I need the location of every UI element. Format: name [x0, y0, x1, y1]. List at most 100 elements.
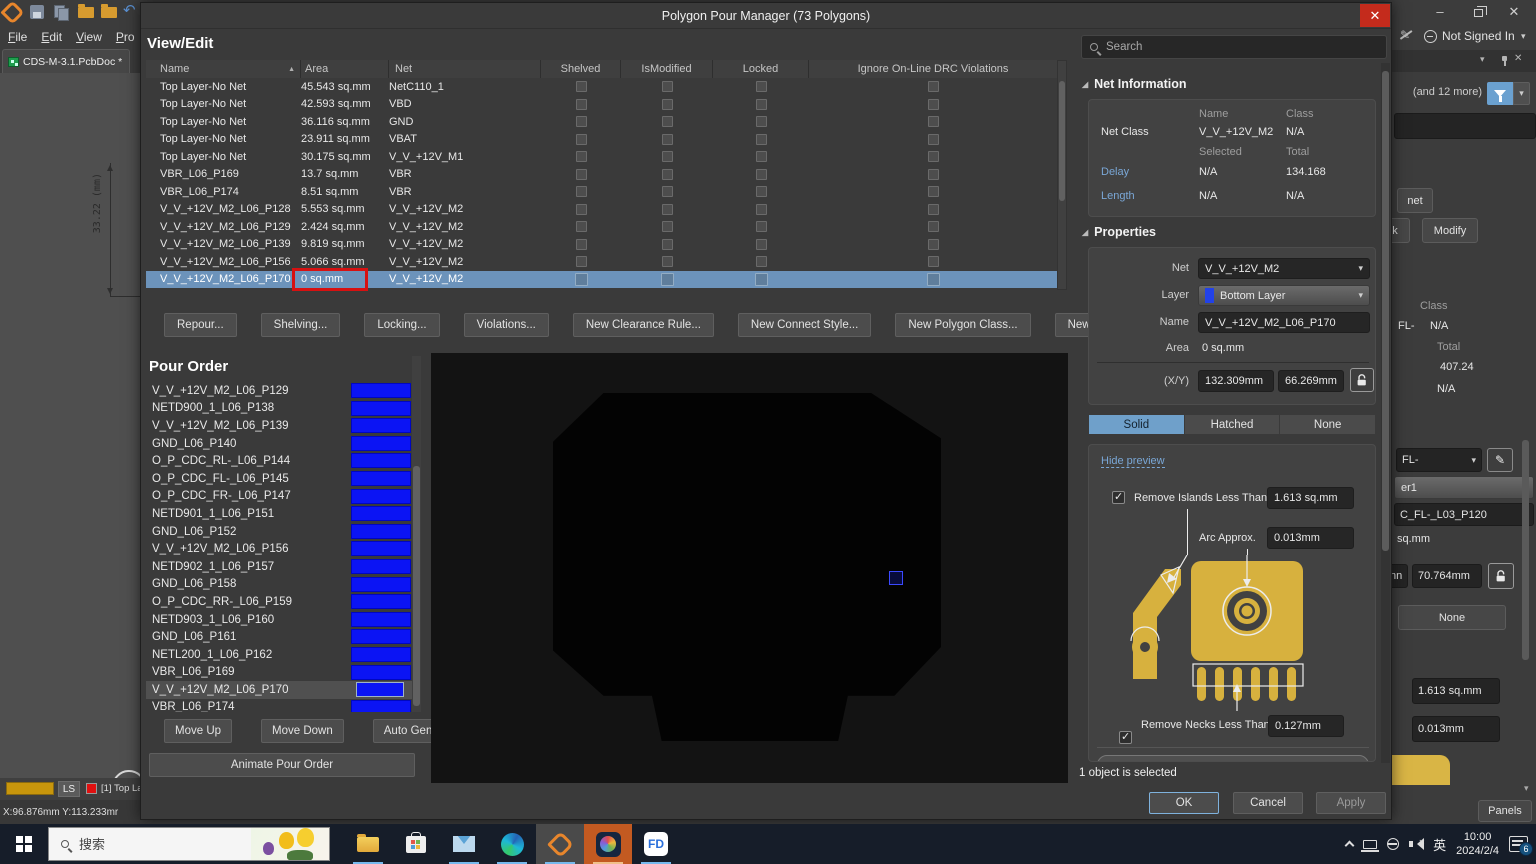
column-locked[interactable]: Locked — [713, 60, 809, 78]
repour-button[interactable]: Repour... — [164, 313, 237, 337]
column-ignore-drc[interactable]: Ignore On-Line DRC Violations — [809, 60, 1057, 78]
document-tab[interactable]: CDS-M-3.1.PcbDoc * — [2, 49, 130, 73]
row-checkbox[interactable] — [928, 134, 939, 145]
pour-order-item[interactable]: VBR_L06_P174 — [146, 699, 412, 712]
taskbar-altium[interactable] — [536, 824, 584, 864]
taskbar-explorer[interactable] — [344, 824, 392, 864]
sign-in-caret-icon[interactable]: ▾ — [1521, 31, 1526, 42]
open-project-icon[interactable] — [101, 3, 117, 18]
tray-expand-icon[interactable] — [1345, 841, 1355, 851]
panel-dropdown-icon[interactable]: ▾ — [1480, 54, 1485, 65]
move-up-button[interactable]: Move Up — [164, 719, 232, 743]
device-icon[interactable] — [1363, 840, 1377, 849]
bg-x-field-tail[interactable]: nn — [1392, 564, 1408, 588]
properties-scrollbar-thumb[interactable] — [1382, 71, 1389, 551]
pour-order-item[interactable]: O_P_CDC_RR-_L06_P159 — [146, 593, 412, 611]
apply-button[interactable]: Apply — [1316, 792, 1386, 814]
ok-button[interactable]: OK — [1149, 792, 1219, 814]
pour-order-item[interactable]: GND_L06_P161 — [146, 628, 412, 646]
scroll-down-icon[interactable]: ▾ — [1524, 783, 1529, 794]
row-checkbox[interactable] — [576, 186, 587, 197]
taskbar-edge[interactable] — [488, 824, 536, 864]
properties-header[interactable]: ◢ Properties — [1082, 225, 1156, 239]
modify-button[interactable]: Modify — [1422, 218, 1478, 243]
row-checkbox[interactable] — [661, 273, 674, 286]
layer-dropdown[interactable]: Bottom Layer▾ — [1198, 285, 1370, 306]
table-row[interactable]: Top Layer-No Net23.911 sq.mmVBAT — [146, 131, 1057, 149]
move-down-button[interactable]: Move Down — [261, 719, 344, 743]
properties-search[interactable] — [1081, 35, 1387, 59]
pour-order-item[interactable]: O_P_CDC_FR-_L06_P147 — [146, 488, 412, 506]
layer-set-chip[interactable]: LS — [58, 781, 80, 797]
table-row[interactable]: V_V_+12V_M2_L06_P1285.553 sq.mmV_V_+12V_… — [146, 201, 1057, 219]
tab-hatched[interactable]: Hatched — [1185, 415, 1281, 434]
new-polygon-class-button[interactable]: New Polygon Class... — [895, 313, 1030, 337]
row-checkbox[interactable] — [576, 169, 587, 180]
row-checkbox[interactable] — [928, 151, 939, 162]
bg-name-field[interactable]: C_FL-_L03_P120 — [1394, 503, 1534, 526]
row-checkbox[interactable] — [927, 273, 940, 286]
pour-order-item[interactable]: V_V_+12V_M2_L06_P156 — [146, 540, 412, 558]
row-checkbox[interactable] — [662, 134, 673, 145]
shelving-button[interactable]: Shelving... — [261, 313, 341, 337]
tab-none[interactable]: None — [1280, 415, 1375, 434]
bg-islands-field[interactable]: 1.613 sq.mm — [1412, 678, 1500, 704]
row-checkbox[interactable] — [662, 221, 673, 232]
row-checkbox[interactable] — [662, 256, 673, 267]
input-language[interactable]: 英 — [1433, 835, 1446, 854]
row-checkbox[interactable] — [662, 81, 673, 92]
pour-order-scrollbar-thumb[interactable] — [413, 466, 420, 706]
menu-project[interactable]: Pro — [116, 30, 135, 44]
length-link[interactable]: Length — [1101, 190, 1135, 202]
table-scrollbar[interactable] — [1057, 60, 1067, 290]
pour-order-item[interactable]: V_V_+12V_M2_L06_P170 — [146, 681, 412, 699]
name-field[interactable]: V_V_+12V_M2_L06_P170 — [1198, 312, 1370, 333]
filter-dropdown-icon[interactable]: ▾ — [1513, 82, 1530, 105]
volume-muted-icon[interactable]: ✕ — [1409, 838, 1423, 850]
taskbar-search[interactable] — [48, 827, 330, 861]
row-checkbox[interactable] — [576, 239, 587, 250]
pour-over-button[interactable]: Pour Over All Same Net Objects — [1097, 755, 1369, 762]
taskbar-store[interactable] — [392, 824, 440, 864]
row-checkbox[interactable] — [756, 134, 767, 145]
pour-order-item[interactable]: GND_L06_P158 — [146, 576, 412, 594]
pour-order-item[interactable]: NETD902_1_L06_P157 — [146, 558, 412, 576]
row-checkbox[interactable] — [756, 239, 767, 250]
row-checkbox[interactable] — [928, 186, 939, 197]
column-net[interactable]: Net — [389, 60, 541, 78]
scope-input[interactable] — [1394, 113, 1536, 139]
row-checkbox[interactable] — [755, 273, 768, 286]
mask-button-tail[interactable]: k — [1392, 218, 1410, 243]
layer-color-swatch[interactable] — [6, 782, 54, 795]
row-checkbox[interactable] — [756, 256, 767, 267]
table-row[interactable]: Top Layer-No Net45.543 sq.mmNetC110_1 — [146, 78, 1057, 96]
row-checkbox[interactable] — [928, 116, 939, 127]
delay-link[interactable]: Delay — [1101, 166, 1129, 178]
net-information-header[interactable]: ◢ Net Information — [1082, 77, 1187, 91]
properties-scrollbar[interactable] — [1381, 63, 1390, 763]
row-checkbox[interactable] — [575, 273, 588, 286]
row-checkbox[interactable] — [576, 204, 587, 215]
table-row[interactable]: V_V_+12V_M2_L06_P1399.819 sq.mmV_V_+12V_… — [146, 236, 1057, 254]
pour-order-item[interactable]: O_P_CDC_RL-_L06_P144 — [146, 452, 412, 470]
taskbar-mail[interactable] — [440, 824, 488, 864]
row-checkbox[interactable] — [928, 221, 939, 232]
sign-in-status[interactable]: Not Signed In — [1442, 29, 1515, 43]
row-checkbox[interactable] — [662, 169, 673, 180]
row-checkbox[interactable] — [756, 116, 767, 127]
row-checkbox[interactable] — [662, 204, 673, 215]
close-window-icon[interactable]: ✕ — [1504, 4, 1524, 20]
row-checkbox[interactable] — [662, 186, 673, 197]
pin-icon[interactable] — [1502, 56, 1507, 61]
top-layer-swatch[interactable] — [86, 783, 97, 794]
pour-order-item[interactable]: V_V_+12V_M2_L06_P139 — [146, 417, 412, 435]
restore-icon[interactable] — [1474, 9, 1483, 17]
row-checkbox[interactable] — [576, 134, 587, 145]
bg-none-button[interactable]: None — [1398, 605, 1506, 630]
table-row[interactable]: VBR_L06_P1748.51 sq.mmVBR — [146, 183, 1057, 201]
row-checkbox[interactable] — [928, 256, 939, 267]
new-connect-style-button[interactable]: New Connect Style... — [738, 313, 871, 337]
search-highlight-image[interactable] — [251, 828, 329, 861]
pour-order-item[interactable]: NETL200_1_L06_P162 — [146, 646, 412, 664]
bg-layer-dropdown[interactable]: er1▾ — [1394, 476, 1534, 499]
